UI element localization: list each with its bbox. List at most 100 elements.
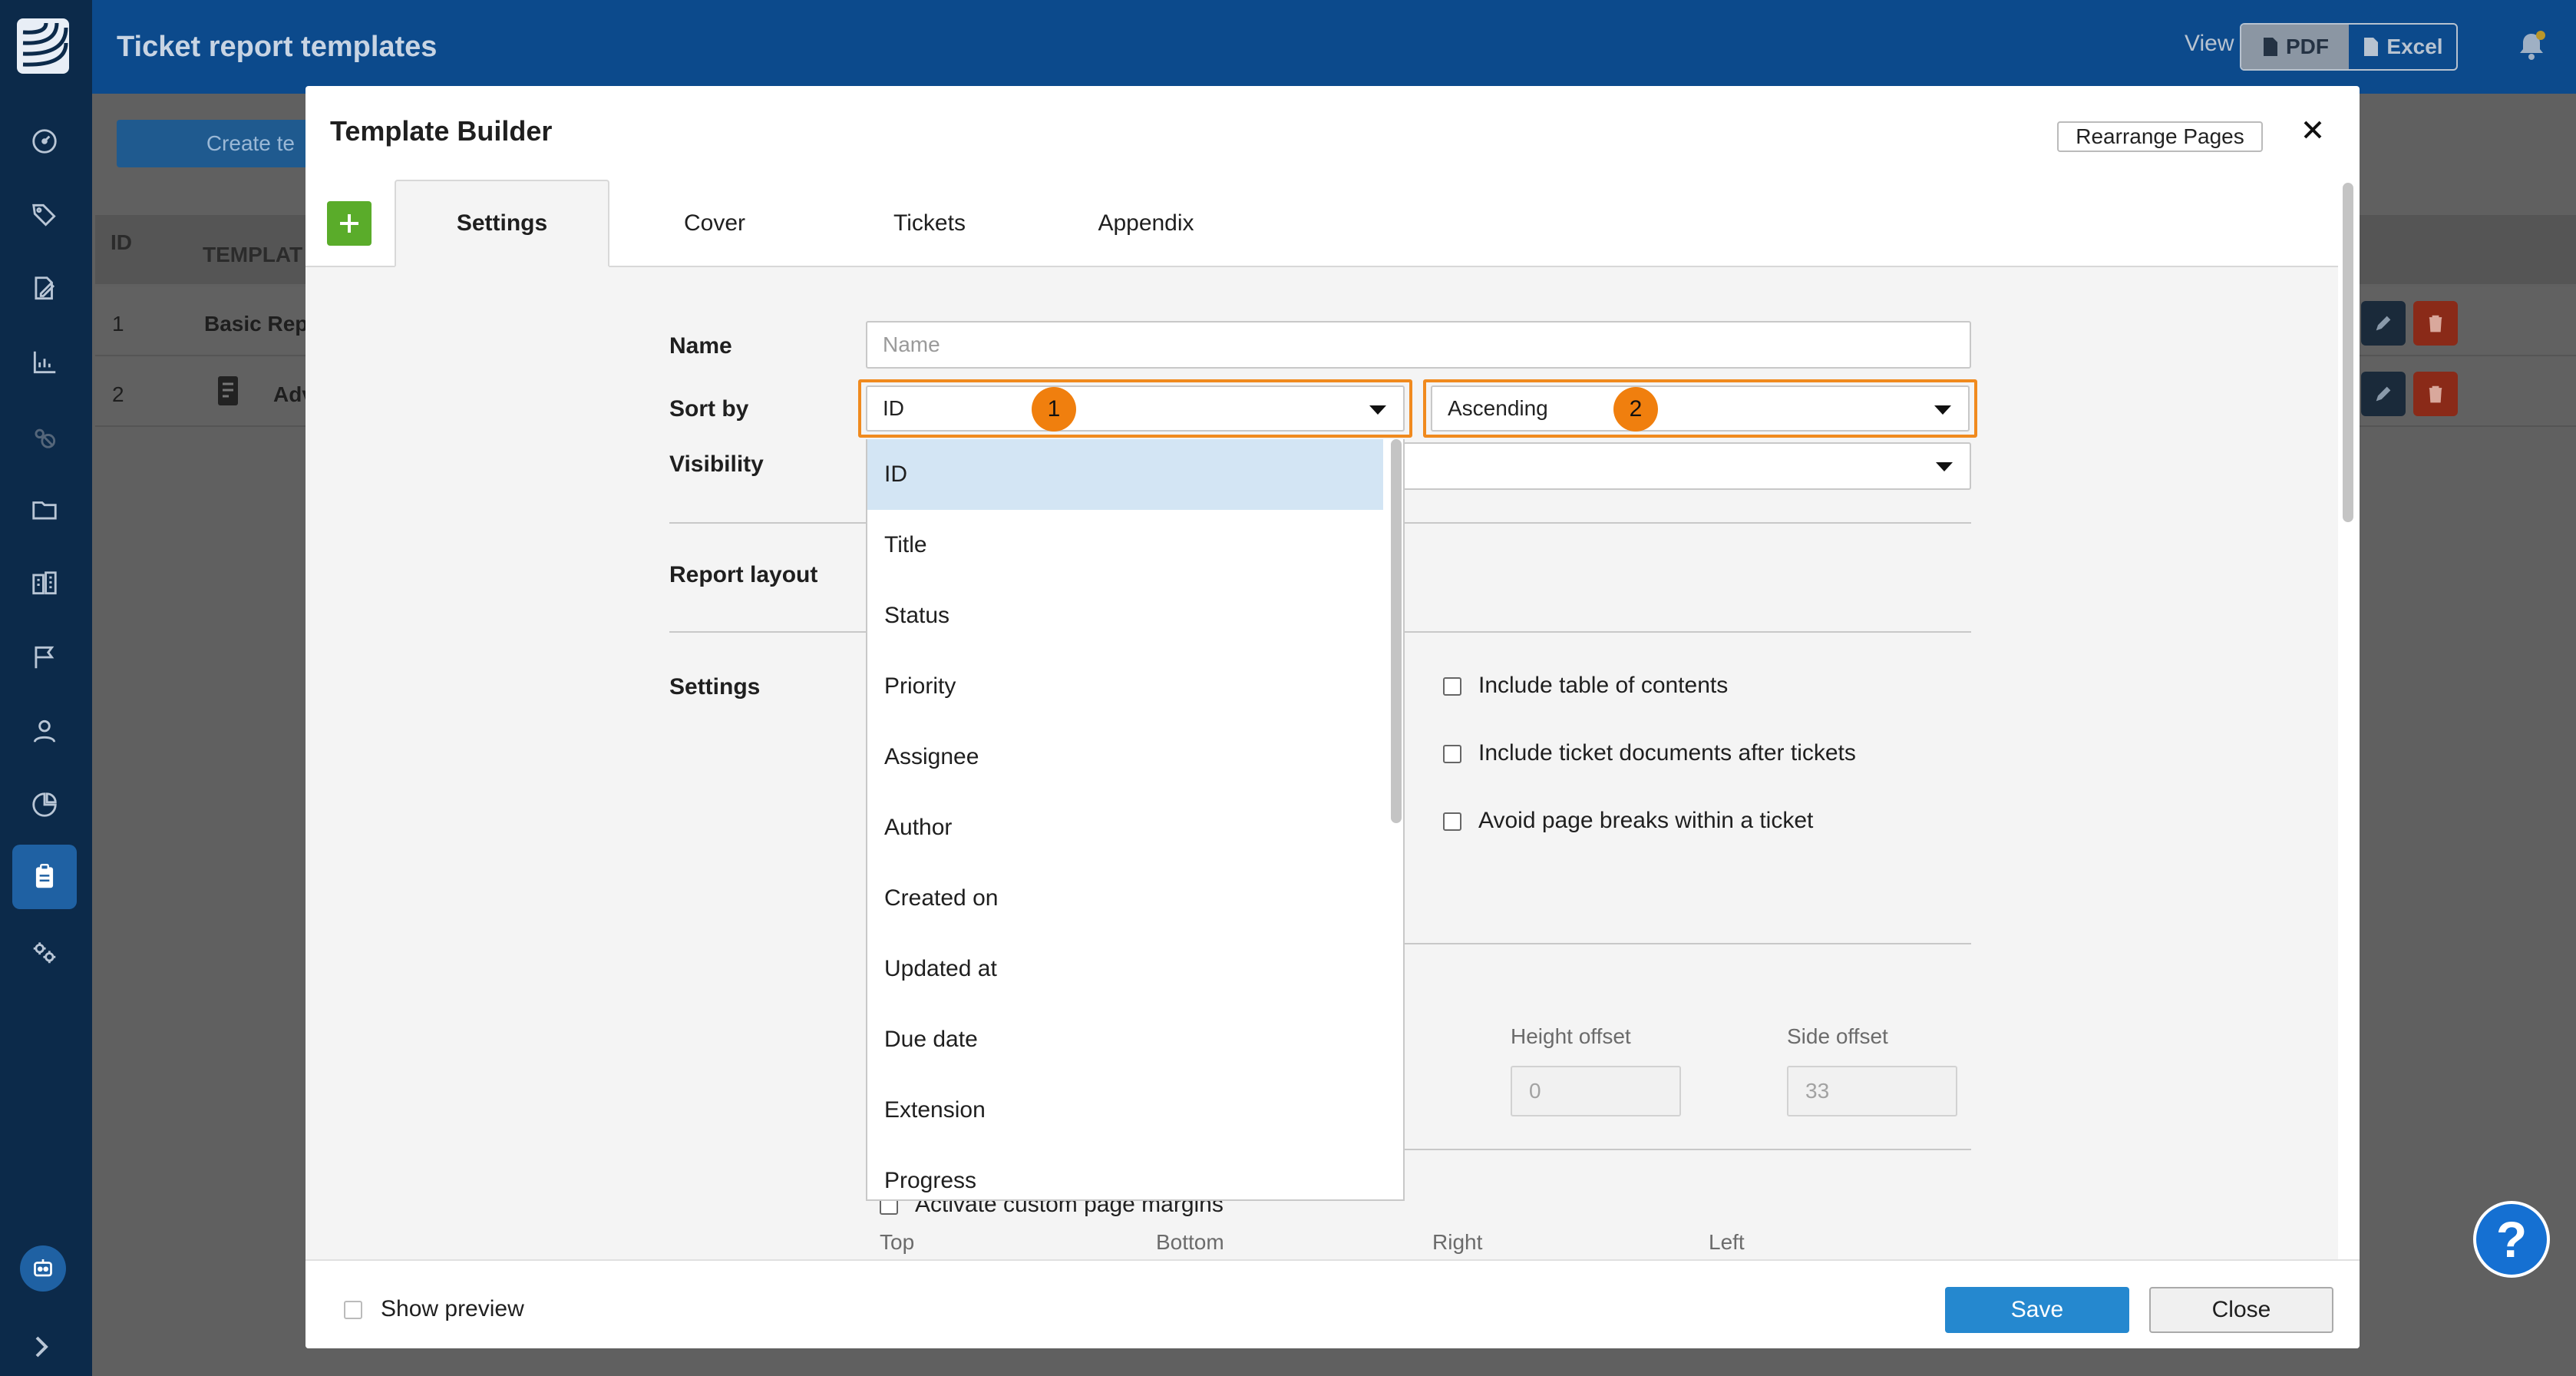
ticket-documents-checkbox-label: Include ticket documents after tickets: [1478, 740, 1856, 766]
ticket-documents-checkbox[interactable]: [1443, 745, 1461, 763]
view-toggle[interactable]: PDF Excel: [2240, 23, 2458, 71]
modal-title: Template Builder: [330, 115, 553, 147]
dropdown-option-updated-at[interactable]: Updated at: [867, 934, 1383, 1004]
side-offset-label: Side offset: [1787, 1024, 1888, 1048]
dropdown-option-progress[interactable]: Progress: [867, 1146, 1383, 1199]
section-divider: [1403, 943, 1971, 944]
margin-right-label: Right: [1432, 1230, 1483, 1254]
dropdown-option-created-on[interactable]: Created on: [867, 863, 1383, 934]
add-page-button[interactable]: [327, 201, 372, 246]
edit-row-button[interactable]: [2361, 301, 2406, 346]
help-button[interactable]: ?: [2473, 1201, 2550, 1278]
edit-document-icon[interactable]: [23, 267, 66, 310]
dropdown-option-assignee[interactable]: Assignee: [867, 722, 1383, 792]
visibility-select[interactable]: [1403, 442, 1971, 490]
height-offset-input[interactable]: 0: [1511, 1066, 1681, 1116]
assistant-bot-icon[interactable]: [20, 1245, 66, 1292]
annotation-badge-2: 2: [1613, 387, 1658, 432]
avoid-page-breaks-checkbox[interactable]: [1443, 812, 1461, 831]
buildings-icon[interactable]: [23, 562, 66, 605]
close-modal-button[interactable]: [2297, 114, 2329, 146]
view-pdf-label: PDF: [2286, 35, 2329, 58]
save-button[interactable]: Save: [1945, 1287, 2129, 1333]
clipboard-icon[interactable]: [23, 855, 66, 898]
close-icon: [2304, 121, 2322, 139]
dashboard-icon[interactable]: [23, 120, 66, 163]
trash-icon: [2429, 385, 2442, 403]
annotation-badge-1: 1: [1032, 387, 1076, 432]
row-id: 2: [112, 382, 124, 406]
view-label: View: [2185, 31, 2234, 56]
delete-row-button[interactable]: [2413, 372, 2458, 416]
folder-icon[interactable]: [23, 488, 66, 531]
visibility-label: Visibility: [669, 452, 764, 477]
column-header-template[interactable]: TEMPLAT: [203, 243, 302, 267]
height-offset-label: Height offset: [1511, 1024, 1631, 1048]
chart-icon[interactable]: [23, 341, 66, 384]
dropdown-option-due-date[interactable]: Due date: [867, 1004, 1383, 1075]
name-input[interactable]: Name: [866, 321, 1971, 369]
side-offset-input[interactable]: 33: [1787, 1066, 1957, 1116]
pencil-icon: [2376, 386, 2391, 402]
app-logo[interactable]: [15, 17, 71, 75]
user-icon[interactable]: [23, 710, 66, 752]
toc-checkbox[interactable]: [1443, 677, 1461, 696]
report-layout-label: Report layout: [669, 562, 818, 587]
caret-down-icon: [1936, 462, 1953, 471]
sort-by-label: Sort by: [669, 396, 749, 422]
flag-icon[interactable]: [23, 636, 66, 679]
annotation-box-1: [858, 379, 1412, 438]
page-title: Ticket report templates: [117, 31, 438, 63]
modal-scrollbar-thumb[interactable]: [2343, 183, 2353, 522]
plus-icon: [340, 214, 358, 233]
view-excel-button[interactable]: Excel: [2349, 25, 2456, 69]
margin-left-label: Left: [1709, 1230, 1745, 1254]
rearrange-pages-button[interactable]: Rearrange Pages: [2057, 121, 2263, 152]
template-builder-modal: Template Builder Rearrange Pages Setting…: [305, 86, 2360, 1348]
margin-top-label: Top: [880, 1230, 915, 1254]
disabled-feature-icon: [23, 415, 66, 458]
column-header-id[interactable]: ID: [111, 230, 132, 255]
name-label: Name: [669, 333, 732, 359]
document-icon: [218, 376, 238, 405]
annotation-box-2: [1423, 379, 1977, 438]
pie-chart-icon[interactable]: [23, 783, 66, 826]
dropdown-option-id[interactable]: ID: [867, 439, 1383, 510]
gears-icon[interactable]: [23, 931, 66, 974]
edit-row-button[interactable]: [2361, 372, 2406, 416]
sort-field-dropdown: ID Title Status Priority Assignee Author…: [866, 439, 1405, 1201]
margin-bottom-label: Bottom: [1156, 1230, 1224, 1254]
delete-row-button[interactable]: [2413, 301, 2458, 346]
row-id: 1: [112, 312, 124, 336]
expand-sidebar-icon[interactable]: [31, 1333, 54, 1361]
dropdown-option-author[interactable]: Author: [867, 792, 1383, 863]
notification-bell-icon[interactable]: [2515, 29, 2548, 63]
section-divider: [1403, 1149, 1971, 1150]
dropdown-scrollbar-thumb[interactable]: [1391, 439, 1402, 823]
dropdown-option-status[interactable]: Status: [867, 580, 1383, 651]
main-sidebar: [0, 0, 92, 1376]
tab-appendix[interactable]: Appendix: [1044, 180, 1248, 267]
toc-checkbox-label: Include table of contents: [1478, 673, 1729, 698]
settings-label: Settings: [669, 674, 761, 700]
dropdown-option-title[interactable]: Title: [867, 510, 1383, 580]
tags-icon[interactable]: [23, 194, 66, 237]
tab-settings[interactable]: Settings: [395, 180, 609, 267]
close-button[interactable]: Close: [2149, 1287, 2333, 1333]
create-template-button[interactable]: Create te: [117, 120, 309, 167]
tabs-divider: [305, 266, 2338, 267]
dropdown-option-priority[interactable]: Priority: [867, 651, 1383, 722]
view-excel-label: Excel: [2386, 35, 2443, 58]
pencil-icon: [2376, 316, 2391, 331]
show-preview-checkbox[interactable]: [344, 1301, 362, 1319]
dropdown-option-extension[interactable]: Extension: [867, 1075, 1383, 1146]
view-pdf-button[interactable]: PDF: [2241, 25, 2349, 69]
avoid-page-breaks-checkbox-label: Avoid page breaks within a ticket: [1478, 808, 1814, 833]
trash-icon: [2429, 315, 2442, 332]
tab-tickets[interactable]: Tickets: [827, 180, 1032, 267]
excel-file-icon: [2364, 38, 2379, 56]
pdf-file-icon: [2264, 38, 2277, 56]
tab-cover[interactable]: Cover: [613, 180, 817, 267]
show-preview-label: Show preview: [381, 1296, 524, 1321]
row-name: Basic Repo: [204, 312, 322, 336]
